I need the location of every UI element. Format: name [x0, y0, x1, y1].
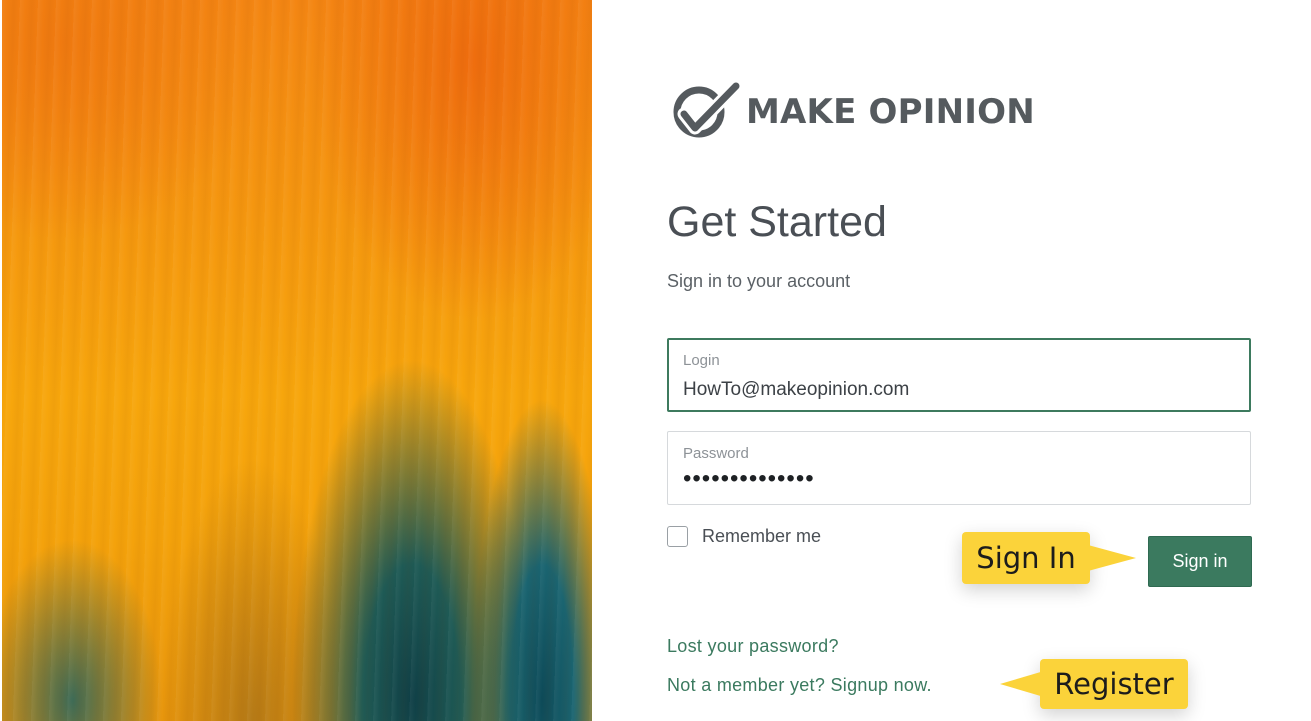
abstract-paint-artwork [2, 0, 592, 721]
signup-link[interactable]: Not a member yet? Signup now. [667, 675, 932, 696]
login-field[interactable]: Login HowTo@makeopinion.com [667, 338, 1251, 412]
register-callout-arrow-icon [1000, 671, 1044, 697]
sign-in-callout: Sign In [962, 532, 1090, 584]
checkmark-circle-logo-icon [673, 80, 743, 138]
remember-me-label[interactable]: Remember me [702, 526, 821, 547]
sign-in-callout-arrow-icon [1088, 545, 1136, 571]
remember-me[interactable]: Remember me [667, 526, 821, 547]
lost-password-link[interactable]: Lost your password? [667, 636, 839, 657]
login-field-value[interactable]: HowTo@makeopinion.com [683, 379, 909, 401]
password-field-label: Password [683, 445, 749, 462]
page-subtitle: Sign in to your account [667, 271, 851, 291]
login-page: MAKE OPINION Get Started Sign in to your… [0, 0, 1311, 721]
remember-me-checkbox[interactable] [667, 526, 688, 547]
password-field-value[interactable]: •••••••••••••• [683, 465, 815, 493]
page-title: Get Started [667, 198, 887, 246]
brand-logo: MAKE OPINION [666, 80, 1035, 144]
sign-in-button[interactable]: Sign in [1148, 536, 1252, 587]
register-callout: Register [1040, 659, 1188, 709]
login-field-label: Login [683, 352, 720, 369]
password-field[interactable]: Password •••••••••••••• [667, 431, 1251, 505]
brand-name: MAKE OPINION [746, 92, 1035, 132]
